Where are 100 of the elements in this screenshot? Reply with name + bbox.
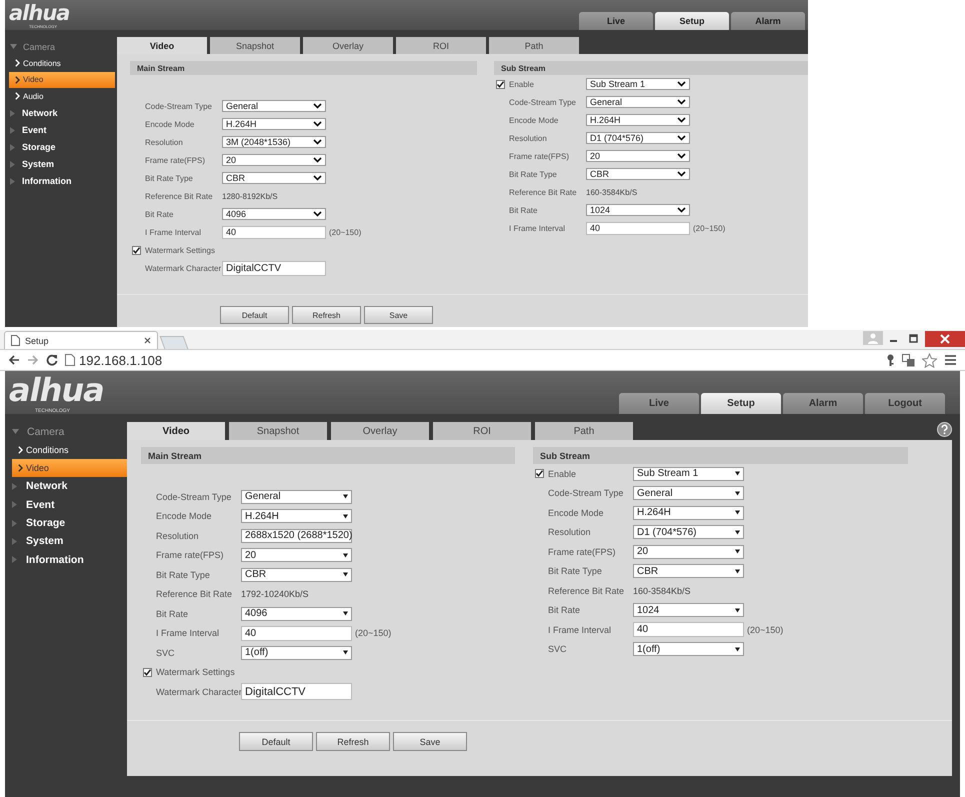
browser-tab[interactable]: Setup	[4, 331, 158, 349]
action-button[interactable]: Default	[220, 306, 289, 324]
nav-tab[interactable]: Live	[619, 393, 699, 414]
tab[interactable]: Video	[117, 37, 207, 54]
section-header: Sub Stream	[494, 61, 808, 75]
dropdown[interactable]: H.264H	[633, 506, 744, 520]
dropdown[interactable]: 3M (2048*1536)	[222, 136, 326, 148]
sidebar-group[interactable]: Storage	[5, 514, 127, 532]
checkbox[interactable]	[535, 469, 544, 478]
dropdown[interactable]: D1 (704*576)	[633, 525, 744, 540]
caret-icon	[735, 646, 740, 652]
nav-tab[interactable]: Alarm	[783, 393, 863, 414]
input-field[interactable]: DigitalCCTV	[222, 260, 326, 276]
chevron-down-icon	[313, 121, 322, 127]
nav-tab[interactable]: Alarm	[731, 12, 805, 30]
input-field[interactable]: 40	[586, 222, 690, 234]
nav-tab[interactable]: Logout	[865, 393, 945, 414]
sidebar-item[interactable]: Conditions	[12, 441, 127, 460]
close-icon[interactable]	[144, 337, 151, 344]
sidebar-group[interactable]: Information	[5, 172, 115, 190]
nav-tab[interactable]: Live	[579, 12, 653, 30]
dropdown[interactable]: D1 (704*576)	[586, 132, 690, 144]
sidebar-group[interactable]: Network	[5, 104, 115, 122]
dropdown[interactable]: Sub Stream 1	[586, 78, 690, 90]
close-icon[interactable]	[925, 331, 965, 347]
dropdown[interactable]: 1024	[633, 603, 744, 618]
field-label: Enable	[509, 80, 535, 88]
action-button[interactable]: Refresh	[316, 732, 390, 751]
dropdown[interactable]: 20	[222, 154, 326, 166]
dropdown[interactable]: General	[241, 490, 352, 504]
dropdown[interactable]: 1(off)	[241, 646, 352, 660]
dropdown[interactable]: H.264H	[241, 509, 352, 524]
sidebar-group[interactable]: Information	[5, 550, 127, 569]
address-field[interactable]: 192.168.1.108	[79, 352, 162, 368]
help-icon[interactable]	[937, 422, 952, 437]
action-button[interactable]: Default	[239, 732, 313, 751]
sidebar-group[interactable]: Camera	[5, 423, 127, 442]
action-button[interactable]: Save	[393, 732, 467, 751]
dropdown[interactable]: 20	[633, 544, 744, 559]
dropdown[interactable]: 20	[586, 150, 690, 162]
field-label: Code-Stream Type	[145, 102, 213, 110]
sidebar-group[interactable]: System	[5, 532, 127, 550]
dropdown[interactable]: CBR	[633, 564, 744, 578]
menu-icon[interactable]	[944, 354, 957, 366]
translate-icon[interactable]	[902, 354, 915, 366]
star-icon[interactable]	[922, 352, 937, 368]
input-field[interactable]: 40	[633, 622, 744, 638]
dropdown[interactable]: H.264H	[586, 114, 690, 126]
input-field[interactable]: 40	[222, 226, 326, 238]
field-label: Bit Rate	[509, 206, 538, 214]
collapsed-arrow-icon	[10, 126, 16, 134]
sidebar-group[interactable]: Network	[5, 477, 127, 496]
tab[interactable]: Path	[489, 37, 579, 54]
key-icon[interactable]	[886, 354, 895, 366]
checkbox[interactable]	[143, 668, 152, 677]
dropdown[interactable]: CBR	[241, 568, 352, 582]
sidebar-item[interactable]: Conditions	[9, 55, 115, 72]
tab[interactable]: ROI	[396, 37, 486, 54]
tab[interactable]: Path	[535, 422, 633, 440]
tab[interactable]: ROI	[433, 422, 531, 440]
dropdown[interactable]: CBR	[222, 172, 326, 184]
input-field[interactable]: 40	[241, 626, 352, 641]
checkbox[interactable]	[496, 80, 505, 88]
dropdown[interactable]: General	[586, 96, 690, 108]
dropdown[interactable]: H.264H	[222, 118, 326, 130]
checkbox[interactable]	[132, 246, 141, 254]
dropdown[interactable]: 2688x1520 (2688*1520)	[241, 528, 352, 543]
dropdown[interactable]: 4096	[222, 208, 326, 220]
tab[interactable]: Overlay	[331, 422, 429, 440]
dropdown[interactable]: General	[222, 100, 326, 112]
nav-tab[interactable]: Setup	[655, 12, 729, 30]
tab[interactable]: Snapshot	[210, 37, 300, 54]
tab[interactable]: Snapshot	[229, 422, 327, 440]
dropdown[interactable]: 1(off)	[633, 642, 744, 656]
dropdown[interactable]: 4096	[241, 606, 352, 621]
action-button[interactable]: Save	[364, 306, 433, 324]
dropdown[interactable]: 1024	[586, 204, 690, 216]
section-header: Main Stream	[141, 447, 515, 464]
dropdown[interactable]: General	[633, 486, 744, 500]
nav-tab[interactable]: Setup	[701, 393, 781, 414]
back-icon[interactable]	[8, 354, 20, 366]
sidebar-group[interactable]: Event	[5, 496, 127, 514]
reload-icon[interactable]	[46, 354, 58, 366]
sidebar-group[interactable]: Storage	[5, 138, 115, 156]
tab[interactable]: Video	[127, 422, 225, 440]
field-label: Frame rate(FPS)	[145, 156, 206, 164]
field-label: Enable	[548, 468, 578, 479]
dropdown[interactable]: 20	[241, 548, 352, 562]
tab[interactable]: Overlay	[303, 37, 393, 54]
sidebar-group[interactable]: Camera	[5, 38, 115, 55]
dropdown[interactable]: CBR	[586, 168, 690, 180]
sidebar-group[interactable]: System	[5, 156, 115, 172]
input-field[interactable]: DigitalCCTV	[241, 683, 352, 700]
sidebar-item[interactable]: Video	[9, 72, 115, 88]
dropdown[interactable]: Sub Stream 1	[633, 466, 744, 481]
sidebar-item[interactable]: Video	[12, 459, 127, 478]
sidebar-group[interactable]: Event	[5, 122, 115, 138]
action-button[interactable]: Refresh	[292, 306, 361, 324]
sidebar-item[interactable]: Audio	[9, 88, 115, 104]
field-label: Resolution	[509, 134, 548, 142]
